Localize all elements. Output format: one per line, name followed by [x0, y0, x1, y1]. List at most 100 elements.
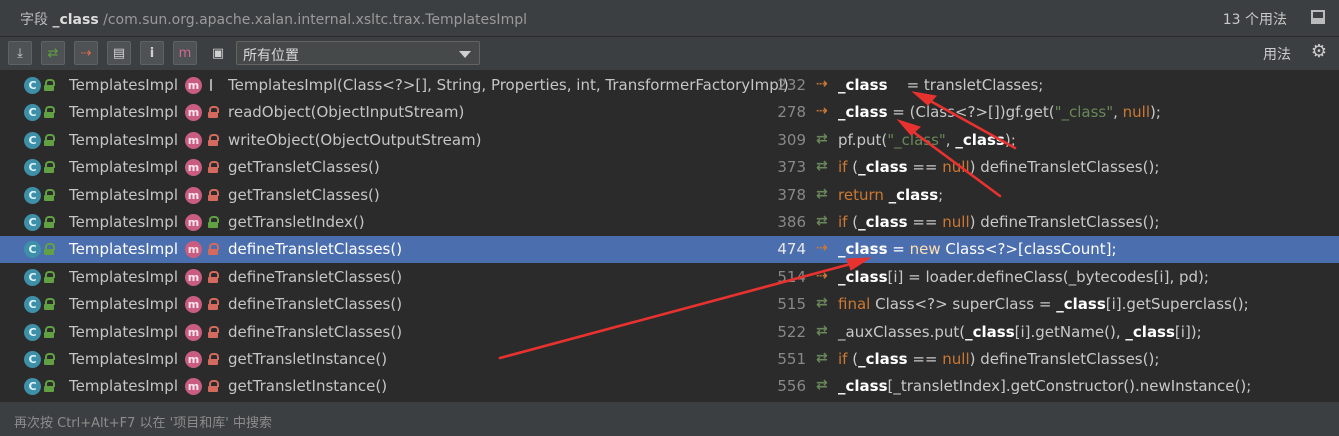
- line-number: 514: [777, 267, 806, 286]
- code-token: _auxClasses.put(: [838, 322, 966, 341]
- visibility-icon: [208, 106, 219, 119]
- method-name: readObject(ObjectInputStream): [228, 103, 465, 122]
- class-path: /com.sun.org.apache.xalan.internal.xsltc…: [98, 12, 527, 28]
- read-access-icon: ⇄: [816, 350, 828, 366]
- write-access-icon[interactable]: ⇢: [74, 41, 98, 65]
- code-token: Class<?>[classCount];: [945, 240, 1117, 259]
- usage-row[interactable]: C TemplatesImpl m getTransletIndex() 386 ⇄ if …: [0, 209, 1339, 236]
- method-icon: m: [185, 214, 202, 231]
- code-token: [i] = loader.defineClass(_bytecodes[i], …: [887, 267, 1209, 286]
- method-name: defineTransletClasses(): [228, 240, 403, 259]
- code-token: [i].getName(),: [1014, 322, 1126, 341]
- code-token: _class: [955, 130, 1005, 149]
- code-token: _class: [888, 185, 939, 204]
- public-lock-icon: [44, 133, 55, 146]
- code-token: null: [942, 350, 970, 368]
- code-token: = (Class<?>[])gf.get(: [887, 103, 1055, 122]
- code-token: ==: [907, 350, 943, 368]
- visibility-icon: [208, 161, 219, 174]
- class-icon: C: [24, 214, 41, 231]
- write-access-icon: ⇢: [816, 103, 828, 120]
- code-token: ,: [1113, 103, 1123, 122]
- class-name: TemplatesImpl: [69, 213, 178, 231]
- visibility-icon: [208, 353, 219, 365]
- visibility-icon: [208, 325, 219, 338]
- code-token: ==: [907, 213, 943, 231]
- code-token: ;: [938, 185, 944, 204]
- code-token: if: [838, 158, 853, 177]
- info-icon[interactable]: i: [140, 41, 164, 65]
- code-token: _class: [965, 322, 1015, 341]
- merge-usages-icon[interactable]: ⤓: [8, 41, 32, 65]
- read-access-icon: ⇄: [816, 213, 828, 229]
- group-by-package-icon[interactable]: ▤: [107, 41, 131, 65]
- class-name: TemplatesImpl: [69, 350, 178, 368]
- code-token: "_class": [1054, 103, 1114, 122]
- usage-row[interactable]: C TemplatesImpl m getTransletInstance() 551 ⇄…: [0, 346, 1339, 373]
- code-snippet: _class = transletClasses;: [838, 76, 1043, 94]
- pin-window-icon[interactable]: [1311, 10, 1325, 24]
- line-number: 278: [777, 103, 806, 122]
- code-snippet: _class = (Class<?>[])gf.get("_class", nu…: [838, 103, 1161, 121]
- preview-panel-icon[interactable]: ▣: [206, 41, 230, 65]
- public-lock-icon: [44, 325, 55, 338]
- method-name: defineTransletClasses(): [228, 322, 403, 341]
- method-name: defineTransletClasses(): [228, 267, 403, 286]
- usage-row[interactable]: C TemplatesImpl m defineTransletClasses() 52…: [0, 319, 1339, 346]
- code-token: return: [838, 185, 889, 204]
- visibility-icon: [208, 380, 219, 393]
- usage-row[interactable]: C TemplatesImpl m TemplatesImpl(Class<?>[],…: [0, 72, 1339, 99]
- code-token: _class: [1125, 322, 1175, 341]
- method-name: defineTransletClasses(): [228, 295, 403, 314]
- visibility-icon: [208, 216, 219, 228]
- usage-row[interactable]: C TemplatesImpl m writeObject(ObjectOutputS…: [0, 127, 1339, 154]
- class-icon: C: [24, 351, 41, 368]
- read-access-icon: ⇄: [816, 130, 828, 147]
- code-token: new: [909, 240, 946, 259]
- method-icon: m: [185, 323, 202, 341]
- method-icon: m: [185, 104, 202, 122]
- field-name: _class: [52, 12, 99, 28]
- code-token: _class: [838, 103, 888, 122]
- code-snippet: _class = new Class<?>[classCount];: [838, 240, 1117, 258]
- public-lock-icon: [44, 298, 55, 311]
- public-lock-icon: [44, 79, 55, 91]
- code-token: _class: [838, 377, 888, 396]
- public-lock-icon: [44, 216, 55, 228]
- read-access-icon[interactable]: ⇄: [41, 41, 65, 65]
- class-icon: C: [24, 323, 41, 341]
- class-icon: C: [24, 159, 41, 177]
- class-name: TemplatesImpl: [69, 103, 178, 122]
- code-token: ,: [945, 130, 956, 149]
- line-number: 551: [777, 350, 806, 368]
- read-access-icon: ⇄: [816, 158, 828, 175]
- code-token: =: [887, 240, 910, 259]
- class-name: TemplatesImpl: [69, 295, 178, 314]
- scope-select[interactable]: 所有位置: [236, 41, 480, 65]
- usage-row[interactable]: C TemplatesImpl m getTransletInstance() 556 ⇄…: [0, 373, 1339, 400]
- usage-row[interactable]: C TemplatesImpl m defineTransletClasses() 51…: [0, 264, 1339, 291]
- code-snippet: return _class;: [838, 186, 943, 204]
- usage-row[interactable]: C TemplatesImpl m defineTransletClasses() 47…: [0, 236, 1339, 264]
- code-token: if: [838, 213, 853, 231]
- class-icon: C: [24, 378, 41, 396]
- group-by-method-icon[interactable]: m: [173, 41, 197, 65]
- visibility-icon: [208, 79, 218, 91]
- public-lock-icon: [44, 380, 55, 393]
- method-icon: m: [185, 186, 202, 204]
- usages-label: 用法: [1263, 47, 1291, 63]
- usage-count: 13 个用法: [1222, 12, 1287, 28]
- usage-row[interactable]: C TemplatesImpl m defineTransletClasses() 51…: [0, 291, 1339, 318]
- usage-row[interactable]: C TemplatesImpl m getTransletClasses() 373 ⇄ i…: [0, 154, 1339, 181]
- class-icon: C: [24, 131, 41, 149]
- usage-row[interactable]: C TemplatesImpl m readObject(ObjectInputStr…: [0, 99, 1339, 126]
- class-name: TemplatesImpl: [69, 377, 178, 396]
- line-number: 386: [777, 213, 806, 231]
- code-token: _class: [858, 350, 908, 368]
- gear-icon[interactable]: ⚙: [1311, 43, 1327, 61]
- method-icon: m: [185, 378, 202, 396]
- method-icon: m: [185, 241, 202, 259]
- usage-row[interactable]: C TemplatesImpl m getTransletClasses() 378 ⇄ r…: [0, 182, 1339, 209]
- code-token: ) defineTransletClasses();: [969, 213, 1160, 231]
- line-number: 556: [777, 377, 806, 396]
